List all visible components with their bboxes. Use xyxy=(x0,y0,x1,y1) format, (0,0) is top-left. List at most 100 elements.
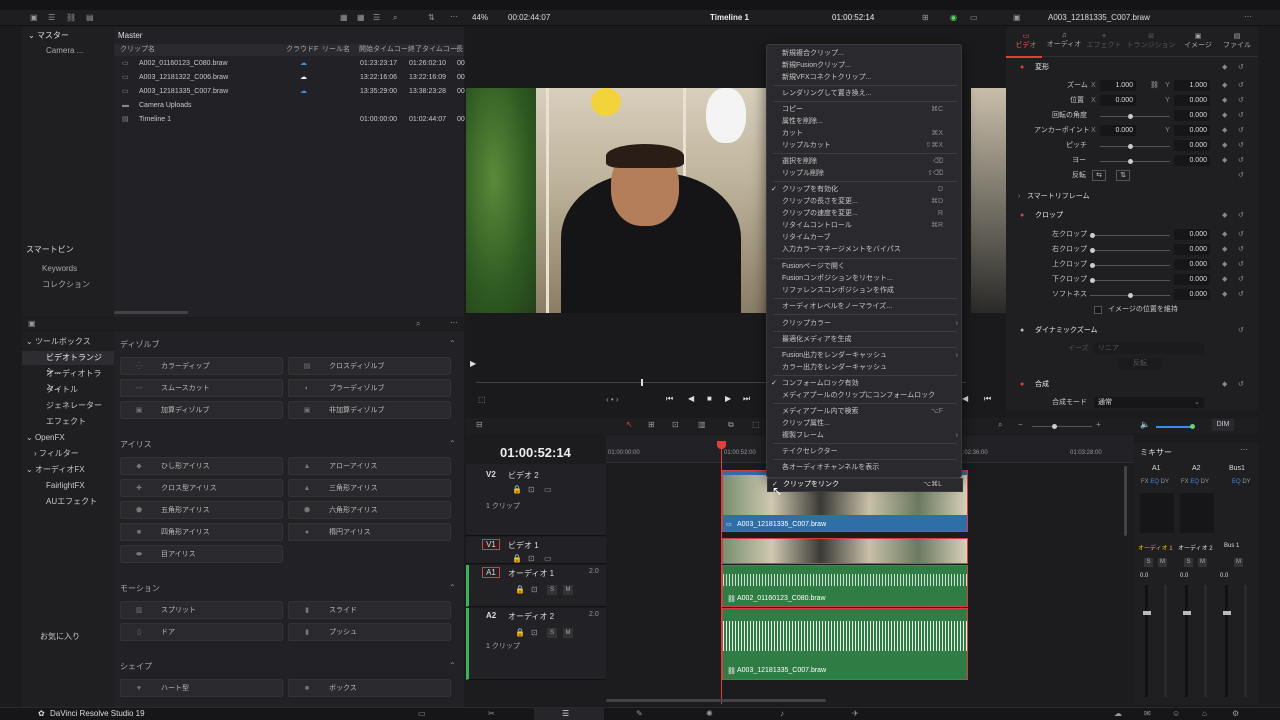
tree-video-transitions[interactable]: ビデオトランジシ... xyxy=(22,351,114,376)
video-clip-v1[interactable] xyxy=(722,538,968,564)
bin-folder[interactable]: Camera ... xyxy=(22,44,114,58)
crop-top-slider[interactable] xyxy=(1090,265,1170,266)
reset-icon[interactable]: ↺ xyxy=(1238,109,1244,123)
auto-track-icon[interactable]: ⊡ xyxy=(531,585,538,594)
timeline-zoom-slider[interactable] xyxy=(1032,426,1092,427)
fx-heart[interactable]: ♥ ハート型 xyxy=(120,679,283,697)
menu-item[interactable]: リファレンスコンポジションを作成 xyxy=(767,285,963,297)
dim-button[interactable]: DIM xyxy=(1212,419,1234,431)
col-start[interactable]: 開始タイムコー xyxy=(359,44,408,56)
track-id[interactable]: A1 xyxy=(482,567,500,578)
reset-icon[interactable]: ↺ xyxy=(1238,61,1244,75)
mute-button[interactable]: M xyxy=(563,628,573,638)
link-icon[interactable]: ⛓ xyxy=(1150,79,1159,93)
playhead[interactable] xyxy=(721,442,722,704)
go-start-icon[interactable]: ⏮ xyxy=(666,394,673,404)
rotation-slider[interactable] xyxy=(1100,116,1170,117)
volume-slider[interactable] xyxy=(1156,426,1192,428)
edit-page-icon[interactable]: ☰ xyxy=(562,709,569,718)
reset-icon[interactable]: ↺ xyxy=(1238,79,1244,93)
menu-item[interactable]: Fusion出力をレンダーキャッシュ › xyxy=(767,350,963,362)
mute-button[interactable]: M xyxy=(563,585,573,595)
search-icon[interactable]: ⌕ xyxy=(393,13,397,23)
smart-reframe-header[interactable]: › スマートリフレーム xyxy=(1010,190,1250,204)
keyframe-icon[interactable]: ◆ xyxy=(1222,109,1227,123)
keyframe-icon[interactable]: ◆ xyxy=(1222,228,1227,242)
crop-header[interactable]: ● クロップ ◆ ↺ xyxy=(1010,209,1250,223)
keyframe-icon[interactable]: ◆ xyxy=(1222,258,1227,272)
tree-titles[interactable]: タイトル xyxy=(22,383,114,397)
eq-dy-bus1[interactable]: EQ DY xyxy=(1232,479,1251,485)
fairlight-page-icon[interactable]: ♪ xyxy=(780,709,784,718)
zoom-search-icon[interactable]: ⌕ xyxy=(998,420,1002,430)
menu-item[interactable]: レンダリングして置き換え... xyxy=(767,88,963,100)
fx-slide[interactable]: ▮ スライド xyxy=(288,601,451,619)
insert-clip-icon[interactable]: ⧉ xyxy=(728,420,734,430)
volume-knob[interactable] xyxy=(1190,424,1195,429)
overwrite-clip-icon[interactable]: ⬚ xyxy=(752,420,760,429)
more-icon[interactable]: ⋯ xyxy=(450,12,458,21)
track-visible-icon[interactable]: ▭ xyxy=(544,485,552,494)
menu-item[interactable]: ✓ コンフォームロック有効 xyxy=(767,378,963,390)
menu-item[interactable]: Fusionコンポジションをリセット... xyxy=(767,273,963,285)
auto-track-icon[interactable]: ⊡ xyxy=(531,628,538,637)
menu-item[interactable]: クリップの長さを変更... ⌘D xyxy=(767,196,963,208)
crop-right-knob[interactable] xyxy=(1090,248,1095,253)
composite-mode-select[interactable]: 通常 xyxy=(1094,397,1204,408)
track-visible-icon[interactable]: ▭ xyxy=(544,554,552,563)
fader-a1[interactable] xyxy=(1143,611,1151,615)
menu-item[interactable]: 選択を削除 ⌫ xyxy=(767,156,963,168)
menu-item[interactable]: カット ⌘X xyxy=(767,128,963,140)
viewer-mode-icon[interactable]: ⬚ xyxy=(478,395,486,404)
lock-icon[interactable]: 🔒 xyxy=(515,585,525,594)
tree-generators[interactable]: ジェネレーター xyxy=(22,399,114,413)
audio-clip-a1[interactable]: ⛓ A002_01160123_C080.braw xyxy=(722,565,968,607)
softness-field[interactable]: 0.000 xyxy=(1174,289,1210,300)
layout-icon[interactable]: ▭ xyxy=(970,13,978,22)
position-y-field[interactable]: 0.000 xyxy=(1174,95,1210,106)
zoom-x-field[interactable]: 1.000 xyxy=(1100,80,1136,91)
menu-item[interactable]: クリップカラー › xyxy=(767,318,963,330)
trim-tool-icon[interactable]: ⊞ xyxy=(648,420,655,429)
menu-item[interactable]: コピー ⌘C xyxy=(767,104,963,116)
chat-icon[interactable]: ✉ xyxy=(1144,709,1151,718)
crop-right-field[interactable]: 0.000 xyxy=(1174,244,1210,255)
pan-a2[interactable] xyxy=(1180,493,1214,533)
panel-toggle-icon[interactable]: ▣ xyxy=(28,319,36,328)
table-row[interactable]: ▤ Timeline 1 01:00:00:00 01:02:44:07 00 xyxy=(114,113,465,127)
menu-item[interactable]: リタイムコントロール ⌘R xyxy=(767,220,963,232)
pitch-slider[interactable] xyxy=(1100,146,1170,147)
tree-audio-transitions[interactable]: オーディオトラン... xyxy=(22,367,114,392)
composite-header[interactable]: ● 合成 ◆ ↺ xyxy=(1010,378,1250,392)
solo-button[interactable]: S xyxy=(547,585,557,595)
rotation-field[interactable]: 0.000 xyxy=(1174,110,1210,121)
retain-image-checkbox[interactable] xyxy=(1094,306,1102,314)
more-icon[interactable]: ⋯ xyxy=(450,318,458,327)
dynamic-trim-icon[interactable]: ⊡ xyxy=(672,420,679,429)
auto-track-icon[interactable]: ⊡ xyxy=(528,485,535,494)
reset-icon[interactable]: ↺ xyxy=(1238,94,1244,108)
keyframe-icon[interactable]: ◆ xyxy=(1222,79,1227,93)
zoom-in-icon[interactable]: + xyxy=(1096,420,1101,429)
metadata-icon[interactable]: ▤ xyxy=(86,13,94,22)
flip-horizontal-icon[interactable]: ⇆ xyxy=(1092,170,1106,181)
crop-top-field[interactable]: 0.000 xyxy=(1174,259,1210,270)
next-edit-icon[interactable]: ⏮ xyxy=(984,394,991,404)
menu-item[interactable]: 入力カラーマネージメントをバイパス xyxy=(767,244,963,256)
bin-master[interactable]: ⌄ マスター xyxy=(22,29,114,43)
menu-item[interactable]: 新規Fusionクリップ... xyxy=(767,60,963,72)
mute-button[interactable]: M xyxy=(1234,558,1243,567)
crop-left-slider[interactable] xyxy=(1090,235,1170,236)
keyframe-icon[interactable]: ◆ xyxy=(1222,243,1227,257)
enable-dot-icon[interactable]: ● xyxy=(1020,324,1024,338)
fx-split[interactable]: ▥ スプリット xyxy=(120,601,283,619)
link-icon[interactable]: ⛓ xyxy=(66,13,76,22)
col-len[interactable]: 長 xyxy=(456,44,463,56)
collapse-icon[interactable]: ⌃ xyxy=(449,339,456,348)
reset-icon[interactable]: ↺ xyxy=(1238,258,1244,272)
table-row[interactable]: ▭ A003_12181322_C006.braw ☁ 13:22:16:06 … xyxy=(114,71,465,85)
keyframe-icon[interactable]: ◆ xyxy=(1222,154,1227,168)
menu-item[interactable]: クリップの速度を変更... R xyxy=(767,208,963,220)
reset-icon[interactable]: ↺ xyxy=(1238,169,1244,183)
play-small-icon[interactable]: ▶ xyxy=(470,359,476,368)
